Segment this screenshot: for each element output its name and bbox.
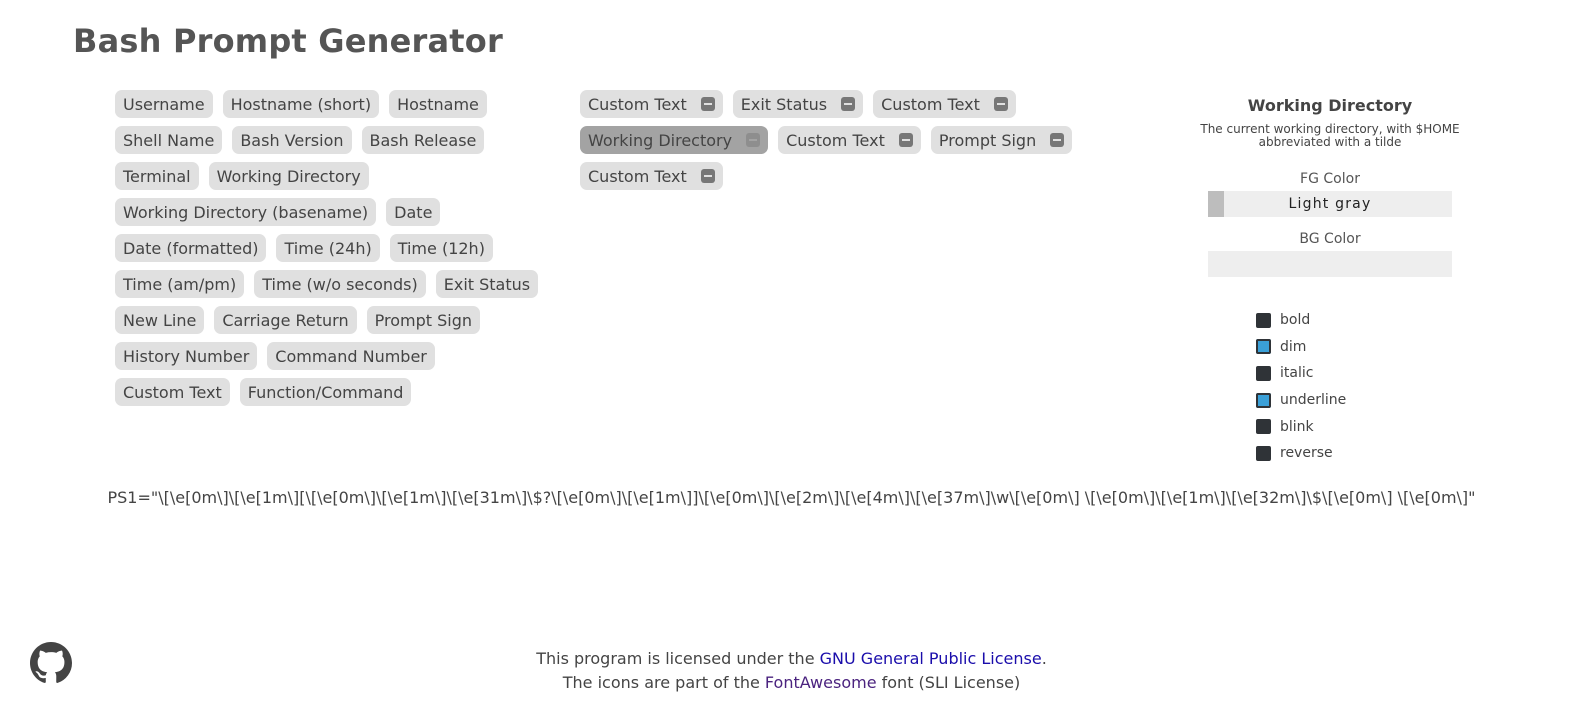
bg-color-select[interactable] <box>1208 251 1452 277</box>
style-option-blink: blink <box>1256 413 1480 440</box>
palette-row: Shell Name Bash Version Bash Release <box>115 126 535 154</box>
palette-item-time-12h[interactable]: Time (12h) <box>389 234 493 262</box>
palette-item-date-formatted[interactable]: Date (formatted) <box>115 234 267 262</box>
palette-item-time-w-o-seconds[interactable]: Time (w/o seconds) <box>254 270 426 298</box>
prompt-element-prompt-sign[interactable]: Prompt Sign <box>930 126 1073 154</box>
palette-item-date[interactable]: Date <box>386 198 441 226</box>
palette-item-username[interactable]: Username <box>115 90 213 118</box>
style-option-bold: bold <box>1256 307 1480 334</box>
palette-row: Username Hostname (short) Hostname <box>115 90 535 118</box>
palette-item-command-number[interactable]: Command Number <box>267 342 435 370</box>
gpl-link[interactable]: GNU General Public License <box>820 649 1042 668</box>
checkbox-label: italic <box>1280 365 1314 382</box>
palette-item-time-am-pm[interactable]: Time (am/pm) <box>115 270 245 298</box>
style-checkboxes: bold dim italic underline blink reverse <box>1256 307 1480 467</box>
checkbox-label: dim <box>1280 338 1307 355</box>
palette-item-exit-status[interactable]: Exit Status <box>435 270 539 298</box>
style-option-underline: underline <box>1256 387 1480 414</box>
palette-item-shell-name[interactable]: Shell Name <box>115 126 223 154</box>
style-option-italic: italic <box>1256 360 1480 387</box>
checkbox-label: blink <box>1280 418 1314 435</box>
palette-item-history-number[interactable]: History Number <box>115 342 258 370</box>
properties-description: The current working directory, with $HOM… <box>1200 122 1460 149</box>
checkbox-underline[interactable] <box>1256 392 1271 408</box>
prompt-element-label: Working Directory <box>588 130 733 150</box>
fg-color-select[interactable]: Light gray <box>1208 191 1452 217</box>
palette-row: History Number Command Number <box>115 342 535 370</box>
palette-item-hostname-short[interactable]: Hostname (short) <box>222 90 380 118</box>
prompt-element-label: Custom Text <box>881 94 980 114</box>
prompt-element-label: Prompt Sign <box>938 130 1037 150</box>
fontawesome-link[interactable]: FontAwesome <box>765 673 877 692</box>
checkbox-reverse[interactable] <box>1256 445 1271 461</box>
checkbox-dim[interactable] <box>1256 339 1271 355</box>
minus-icon[interactable] <box>700 97 715 111</box>
palette-row: Date (formatted) Time (24h) Time (12h) <box>115 234 535 262</box>
palette-row: New Line Carriage Return Prompt Sign <box>115 306 535 334</box>
palette-item-new-line[interactable]: New Line <box>115 306 205 334</box>
palette-row: Custom Text Function/Command <box>115 378 535 406</box>
minus-icon[interactable] <box>1050 133 1065 147</box>
palette-row: Time (am/pm) Time (w/o seconds) Exit Statu… <box>115 270 539 298</box>
minus-icon[interactable] <box>841 97 856 111</box>
license-text: This program is licensed under the <box>536 649 820 668</box>
license-suffix: . <box>1041 649 1047 668</box>
palette-item-time-24h[interactable]: Time (24h) <box>276 234 380 262</box>
palette-item-carriage-return[interactable]: Carriage Return <box>214 306 357 334</box>
minus-icon[interactable] <box>746 133 761 147</box>
fg-color-swatch <box>1208 191 1224 217</box>
palette-item-working-directory[interactable]: Working Directory <box>208 162 369 190</box>
palette-item-bash-version[interactable]: Bash Version <box>232 126 352 154</box>
prompt-element-custom-text[interactable]: Custom Text <box>580 90 723 118</box>
ps1-output: PS1="\[\e[0m\]\[\e[1m\][\[\e[0m\]\[\e[1m… <box>107 488 1476 507</box>
palette-item-bash-release[interactable]: Bash Release <box>361 126 485 154</box>
minus-icon[interactable] <box>993 97 1008 111</box>
checkbox-label: bold <box>1280 312 1311 329</box>
style-option-reverse: reverse <box>1256 440 1480 467</box>
palette-row: Terminal Working Directory <box>115 162 535 190</box>
checkbox-label: reverse <box>1280 445 1333 462</box>
prompt-element-exit-status[interactable]: Exit Status <box>732 90 864 118</box>
icons-credit-suffix: font (SLI License) <box>876 673 1021 692</box>
minus-icon[interactable] <box>898 133 913 147</box>
checkbox-bold[interactable] <box>1256 312 1271 328</box>
properties-title: Working Directory <box>1247 96 1413 115</box>
prompt-element-custom-text[interactable]: Custom Text <box>873 90 1016 118</box>
minus-icon[interactable] <box>700 169 715 183</box>
page-title: Bash Prompt Generator <box>73 22 503 60</box>
prompt-element-custom-text[interactable]: Custom Text <box>778 126 921 154</box>
builder-row: Custom Text Exit Status Custom Text <box>580 90 1100 118</box>
checkbox-italic[interactable] <box>1256 365 1271 381</box>
license-line: This program is licensed under the GNU G… <box>0 647 1583 671</box>
style-option-dim: dim <box>1256 334 1480 361</box>
checkbox-label: underline <box>1280 392 1347 409</box>
icons-credit-text: The icons are part of the <box>562 673 765 692</box>
palette-item-terminal[interactable]: Terminal <box>115 162 199 190</box>
builder-row: Working Directory Custom Text Prompt Sign <box>580 126 1100 154</box>
palette-item-function-command[interactable]: Function/Command <box>239 378 412 406</box>
icons-credit-line: The icons are part of the FontAwesome fo… <box>0 671 1583 695</box>
prompt-element-label: Custom Text <box>588 166 687 186</box>
footer: This program is licensed under the GNU G… <box>0 647 1583 695</box>
palette-item-working-directory-basename[interactable]: Working Directory (basename) <box>115 198 377 226</box>
properties-panel: Working Directory The current working di… <box>1180 96 1480 467</box>
palette-item-prompt-sign[interactable]: Prompt Sign <box>366 306 480 334</box>
prompt-element-custom-text[interactable]: Custom Text <box>580 162 723 190</box>
prompt-element-label: Custom Text <box>588 94 687 114</box>
palette-row: Working Directory (basename) Date <box>115 198 535 226</box>
palette-item-hostname[interactable]: Hostname <box>389 90 487 118</box>
palette-item-custom-text[interactable]: Custom Text <box>115 378 230 406</box>
element-palette: Username Hostname (short) Hostname Shell Na… <box>115 90 539 414</box>
prompt-builder: Custom Text Exit Status Custom Text Working… <box>580 90 1100 198</box>
fg-color-value: Light gray <box>1288 196 1372 212</box>
prompt-element-label: Custom Text <box>786 130 885 150</box>
checkbox-blink[interactable] <box>1256 419 1271 435</box>
bg-color-label: BG Color <box>1299 231 1361 247</box>
prompt-element-working-directory[interactable]: Working Directory <box>580 126 769 154</box>
prompt-element-label: Exit Status <box>740 94 828 114</box>
builder-row: Custom Text <box>580 162 1100 190</box>
fg-color-label: FG Color <box>1300 171 1360 187</box>
